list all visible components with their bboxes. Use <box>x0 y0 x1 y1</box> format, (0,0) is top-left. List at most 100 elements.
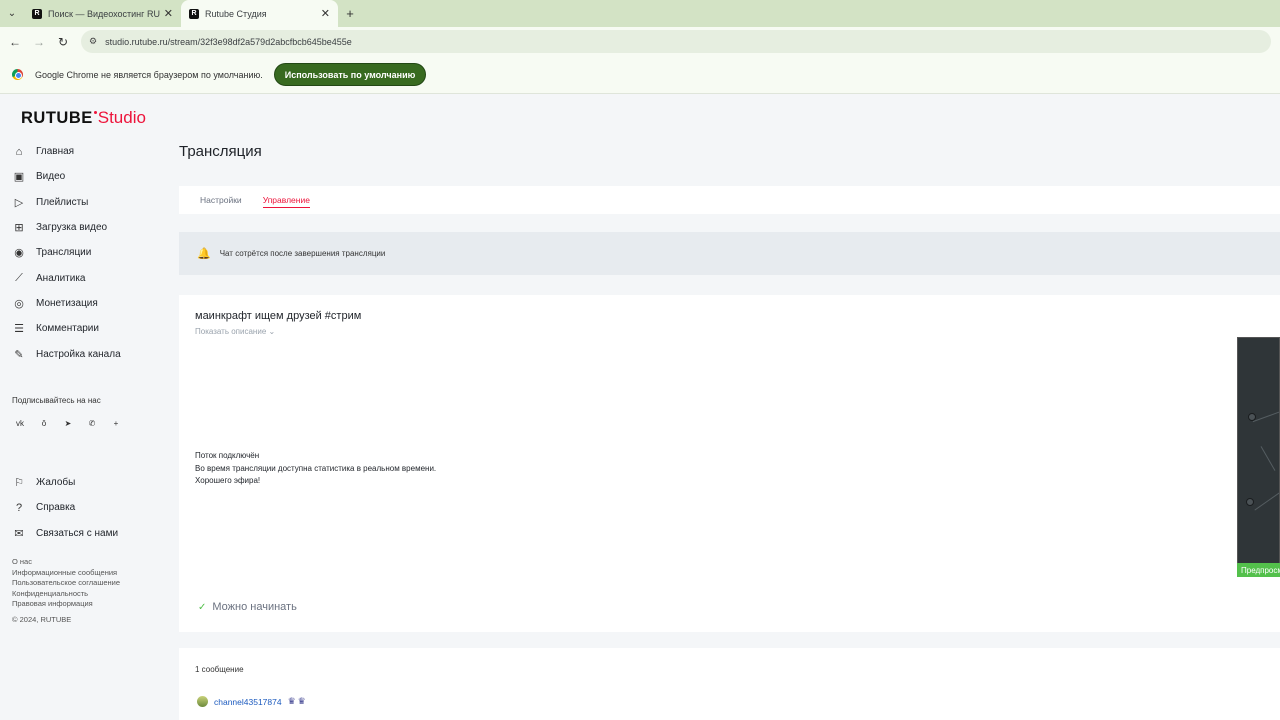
rutube-studio-logo[interactable]: RUTUBE Studio <box>21 108 146 128</box>
secondary-nav: ⚐ Жалобы ? Справка ✉ Связаться с нами <box>12 470 118 546</box>
footer-links: О нас Информационные сообщения Пользоват… <box>12 557 120 625</box>
status-greeting: Хорошего эфира! <box>195 476 261 485</box>
sidebar-item-label: Аналитика <box>36 272 86 284</box>
stream-title: маинкрафт ищем друзей #стрим <box>195 310 362 322</box>
sidebar-item-label: Жалобы <box>36 477 76 489</box>
flag-icon: ⚐ <box>14 477 24 490</box>
ready-status: ✓ Можно начинать <box>198 601 297 613</box>
reload-icon[interactable]: ↻ <box>51 30 75 54</box>
browser-tab-search[interactable]: R Поиск — Видеохостинг RUTUBE ✕ <box>24 0 181 27</box>
vk-icon[interactable]: vk <box>12 415 28 431</box>
footer-link-terms[interactable]: Пользовательское соглашение <box>12 578 120 589</box>
sidebar-item-channel-settings[interactable]: ✎ Настройка канала <box>12 341 120 366</box>
chat-username[interactable]: channel43517874 <box>214 697 282 707</box>
footer-link-privacy[interactable]: Конфиденциальность <box>12 589 120 600</box>
sidebar-item-analytics[interactable]: ⟋ Аналитика <box>12 265 121 290</box>
close-tab-icon[interactable]: ✕ <box>164 7 173 20</box>
default-browser-infobar: Google Chrome не является браузером по у… <box>0 56 1280 94</box>
chat-message: channel43517874 ♛ ♛ <box>197 696 308 707</box>
analytics-icon: ⟋ <box>15 271 23 284</box>
sidebar-item-help[interactable]: ? Справка <box>12 495 118 520</box>
status-connected: Поток подключён <box>195 451 260 460</box>
address-bar[interactable]: ⚙ studio.rutube.ru/stream/32f3e98df2a579… <box>81 30 1271 53</box>
sidebar-item-label: Связаться с нами <box>36 527 119 539</box>
logo-brand: RUTUBE <box>21 109 93 127</box>
avatar <box>197 696 208 707</box>
bell-icon: 🔔 <box>197 248 211 260</box>
sidebar-item-upload[interactable]: ⊞ Загрузка видео <box>12 215 121 240</box>
plus-icon[interactable]: + <box>108 415 124 431</box>
forward-arrow-icon[interactable]: → <box>27 30 51 54</box>
sidebar-item-comments[interactable]: ☰ Комментарии <box>12 316 121 341</box>
set-default-button[interactable]: Использовать по умолчанию <box>273 63 427 86</box>
sidebar-item-label: Справка <box>36 502 76 514</box>
playlist-icon: ▷ <box>14 196 24 209</box>
show-description-label: Показать описание <box>195 327 267 336</box>
coin-icon: ◎ <box>14 297 24 310</box>
chrome-logo-icon <box>12 69 23 80</box>
sidebar-item-label: Главная <box>36 146 75 158</box>
footer-link-about[interactable]: О нас <box>12 557 120 568</box>
footer-link-legal[interactable]: Правовая информация <box>12 599 120 610</box>
infobar-text: Google Chrome не является браузером по у… <box>35 69 263 80</box>
sidebar-item-monetization[interactable]: ◎ Монетизация <box>12 291 121 316</box>
stream-tabs: Настройки Управление <box>179 186 1280 214</box>
chat-notice: 🔔 Чат сотрётся после завершения трансляц… <box>179 232 1280 275</box>
main-nav: ⌂ Главная ▣ Видео ▷ Плейлисты ⊞ Загрузка вид… <box>12 139 121 367</box>
sidebar-item-complaints[interactable]: ⚐ Жалобы <box>12 470 118 495</box>
main-content: Трансляция Настройки Управление 🔔 Чат со… <box>179 95 1280 720</box>
logo-product: Studio <box>97 108 146 127</box>
tab-search-chevron-icon[interactable]: ⌄ <box>0 0 24 27</box>
subscribe-label: Подписывайтесь на нас <box>12 396 101 405</box>
ok-icon[interactable]: ǒ <box>36 415 52 431</box>
help-icon: ? <box>15 501 23 514</box>
browser-toolbar: ← → ↻ ⚙ studio.rutube.ru/stream/32f3e98d… <box>0 27 1280 56</box>
sidebar-item-label: Комментарии <box>36 323 99 335</box>
studio-app: RUTUBE Studio ⌂ Главная ▣ Видео ▷ Плейлисты … <box>0 95 1280 720</box>
broadcast-icon: ◉ <box>14 247 24 260</box>
chat-card: 1 сообщение channel43517874 ♛ ♛ <box>179 648 1280 720</box>
copyright: © 2024, RUTUBE <box>12 614 72 624</box>
tab-label: Поиск — Видеохостинг RUTUBE <box>48 8 160 19</box>
tab-management[interactable]: Управление <box>262 186 311 214</box>
new-tab-plus-icon[interactable]: + <box>338 0 362 27</box>
sidebar-item-video[interactable]: ▣ Видео <box>12 164 121 189</box>
home-icon: ⌂ <box>15 145 23 158</box>
viber-icon[interactable]: ✆ <box>84 415 100 431</box>
footer-link-info[interactable]: Информационные сообщения <box>12 568 120 579</box>
sidebar-item-broadcasts[interactable]: ◉ Трансляции <box>12 240 121 265</box>
sidebar-item-label: Плейлисты <box>36 196 89 208</box>
status-stats: Во время трансляции доступна статистика … <box>195 463 437 473</box>
sidebar-item-label: Видео <box>36 171 66 183</box>
check-icon: ✓ <box>198 601 207 613</box>
badge-icon: ♛ <box>297 696 306 706</box>
sidebar-item-contact[interactable]: ✉ Связаться с нами <box>12 521 118 546</box>
badge-icon: ♛ <box>287 696 296 706</box>
rutube-favicon-icon: R <box>32 8 42 19</box>
notice-text: Чат сотрётся после завершения трансляции <box>219 249 386 258</box>
stream-card: маинкрафт ищем друзей #стрим Показать оп… <box>179 295 1280 632</box>
site-settings-icon[interactable]: ⚙ <box>89 36 97 47</box>
telegram-icon[interactable]: ➤ <box>60 415 76 431</box>
url-text: studio.rutube.ru/stream/32f3e98df2a579d2… <box>105 36 352 47</box>
stream-status: Поток подключён Во время трансляции дост… <box>195 450 436 488</box>
chat-icon: ✉ <box>14 527 24 540</box>
sidebar-item-home[interactable]: ⌂ Главная <box>12 139 121 164</box>
close-tab-icon[interactable]: ✕ <box>321 7 330 20</box>
tab-label: Rutube Студия <box>205 8 267 19</box>
video-icon: ▣ <box>13 171 25 184</box>
sidebar-item-playlists[interactable]: ▷ Плейлисты <box>12 190 121 215</box>
rutube-favicon-icon: R <box>189 8 199 19</box>
logo-dot <box>93 111 97 114</box>
comments-icon: ☰ <box>14 323 24 336</box>
wand-icon: ✎ <box>14 348 24 361</box>
show-description-toggle[interactable]: Показать описание ⌄ <box>195 327 275 336</box>
stream-preview[interactable] <box>1237 337 1280 577</box>
upload-icon: ⊞ <box>14 222 24 235</box>
tab-settings[interactable]: Настройки <box>200 186 242 214</box>
browser-tab-studio[interactable]: R Rutube Студия ✕ <box>181 0 338 27</box>
back-arrow-icon[interactable]: ← <box>3 30 27 54</box>
social-links: vk ǒ ➤ ✆ + <box>12 415 132 431</box>
sidebar-item-label: Загрузка видео <box>36 222 108 234</box>
browser-tab-strip: ⌄ R Поиск — Видеохостинг RUTUBE ✕ R Rutu… <box>0 0 1280 27</box>
